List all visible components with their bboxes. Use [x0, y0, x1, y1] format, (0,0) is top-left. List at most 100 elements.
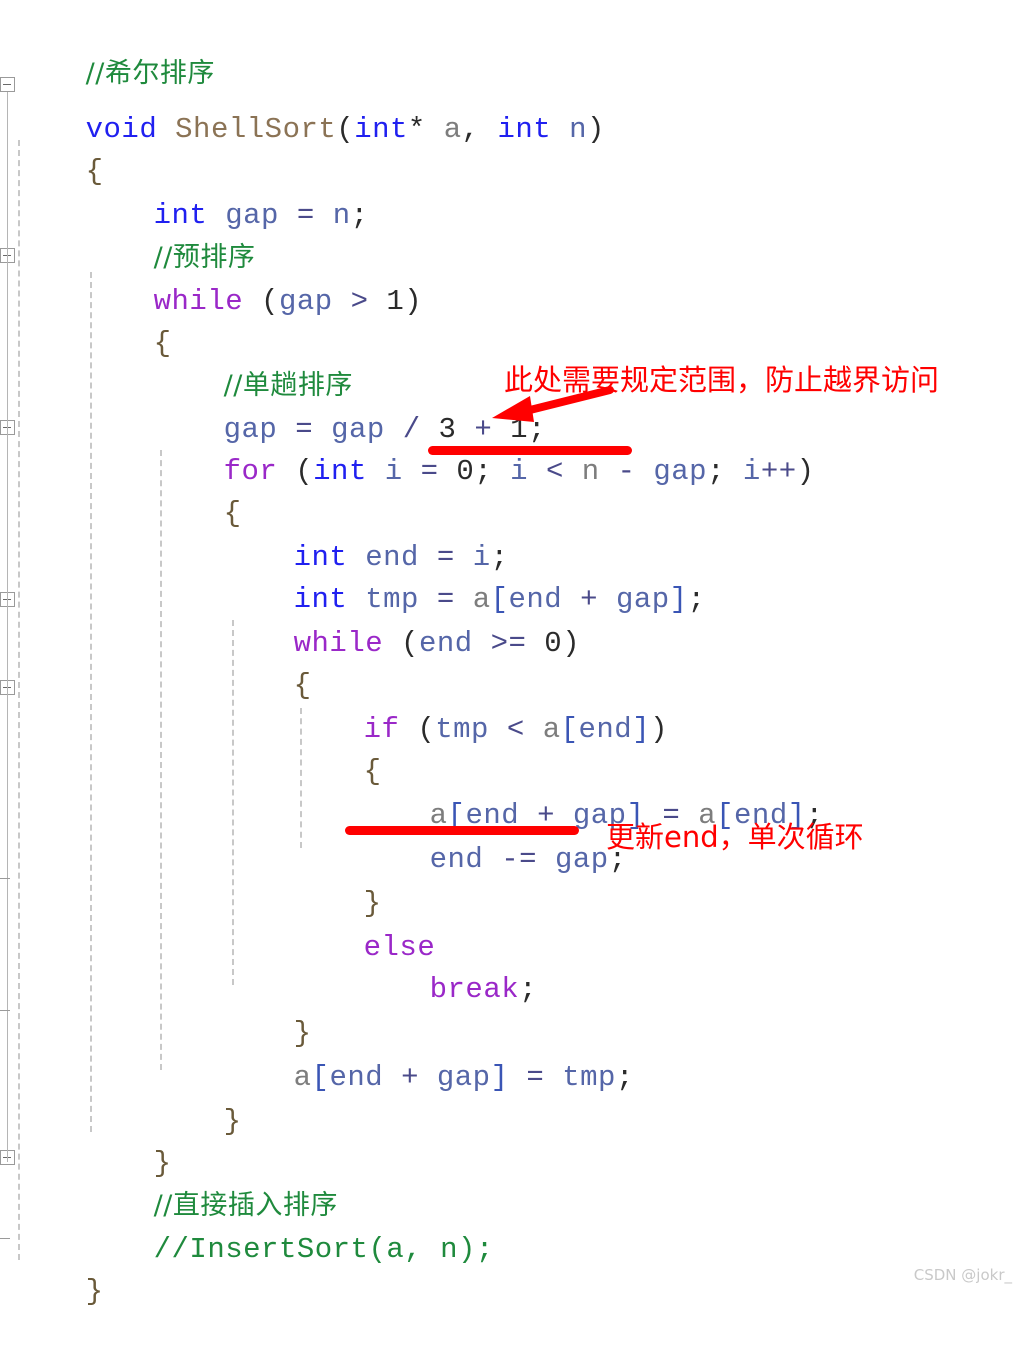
code-token-number: 0 [544, 627, 563, 660]
code-token-paren: ) [404, 285, 423, 318]
code-token-paren: ) [586, 113, 605, 146]
code-line: { [14, 106, 104, 188]
annotation-underline-range [428, 446, 632, 455]
fold-end-tick-inner [0, 1010, 10, 1011]
code-token-brace: } [223, 1105, 242, 1138]
fold-end-tick-function [0, 1238, 10, 1239]
code-token-param: a [443, 113, 462, 146]
code-line: } [152, 1056, 242, 1138]
code-token-bracket: ] [632, 713, 651, 746]
code-token-identifier: tmp [562, 1061, 616, 1094]
csdn-watermark: CSDN @jokr_ [913, 1266, 1012, 1284]
code-token-operator: - [617, 455, 636, 488]
code-line: for (int i = 0; i < n - gap; i++) [152, 406, 815, 488]
code-token-bracket: ] [669, 583, 688, 616]
code-token-bracket: [ [311, 1061, 330, 1094]
code-token-identifier: i [510, 455, 529, 488]
code-token-operator: < [506, 713, 525, 746]
code-line: break; [358, 924, 537, 1006]
code-token-identifier: a [293, 1061, 312, 1094]
code-token-identifier: end [418, 627, 473, 660]
code-token-number: 1 [386, 285, 405, 318]
code-line: } [222, 968, 312, 1050]
code-token-param: n [569, 113, 587, 146]
indent-guide-1 [18, 140, 20, 1260]
code-token-type: int [497, 113, 552, 146]
code-token-operator: > [350, 285, 369, 318]
code-token-function-name: ShellSort [175, 113, 337, 146]
code-editor-surface: //希尔排序 void ShellSort(int* a, int n) { i… [0, 0, 1028, 1308]
code-token-paren: ( [401, 627, 419, 660]
code-token-semicolon: ; [519, 973, 538, 1006]
code-token-keyword: break [429, 973, 520, 1006]
code-token-star: * [407, 113, 426, 146]
code-token-semicolon: ; [615, 1061, 634, 1094]
code-token-identifier: gap [653, 455, 708, 488]
code-token-operator: = [296, 199, 315, 232]
code-token-identifier: gap [615, 583, 670, 616]
code-token-semicolon: ; [474, 455, 493, 488]
code-token-paren: ) [562, 627, 581, 660]
code-token-identifier: end [429, 843, 484, 876]
code-token-paren: ( [295, 455, 314, 488]
code-line: } [82, 1098, 172, 1180]
code-line: //直接插入排序 [82, 1140, 338, 1221]
code-token-operator: < [545, 455, 564, 488]
code-token-type: int [313, 455, 367, 488]
code-token-operator: = [420, 455, 439, 488]
code-token-operator: + [580, 583, 599, 616]
code-token-identifier: gap [554, 843, 609, 876]
code-line: int tmp = a[end + gap]; [222, 534, 705, 616]
code-token-identifier: n [581, 455, 600, 488]
code-token-semicolon: ; [350, 199, 369, 232]
code-token-type: int [354, 113, 408, 146]
code-token-brace: } [85, 1275, 104, 1308]
code-line: if (tmp < a[end]) [292, 664, 668, 746]
code-token-number: 0 [456, 455, 475, 488]
code-token-identifier: gap [278, 285, 333, 318]
code-token-operator: = [526, 1061, 545, 1094]
code-line: { [152, 448, 242, 530]
code-line: } [292, 838, 382, 920]
code-token-operator: + [401, 1061, 419, 1094]
code-token-identifier: i [384, 455, 403, 488]
code-line: while (gap > 1) [82, 236, 422, 318]
code-token-bracket: [ [560, 713, 579, 746]
code-token-semicolon: ; [687, 583, 706, 616]
code-token-paren: ( [336, 113, 355, 146]
fold-marker-function[interactable] [0, 77, 15, 92]
code-token-identifier: a [542, 713, 561, 746]
code-line: //预排序 [82, 192, 255, 273]
code-token-identifier: n [332, 199, 351, 232]
code-line: { [82, 278, 172, 360]
code-token-comment: //InsertSort(a, n); [153, 1233, 494, 1266]
code-line: while (end >= 0) [222, 578, 580, 660]
